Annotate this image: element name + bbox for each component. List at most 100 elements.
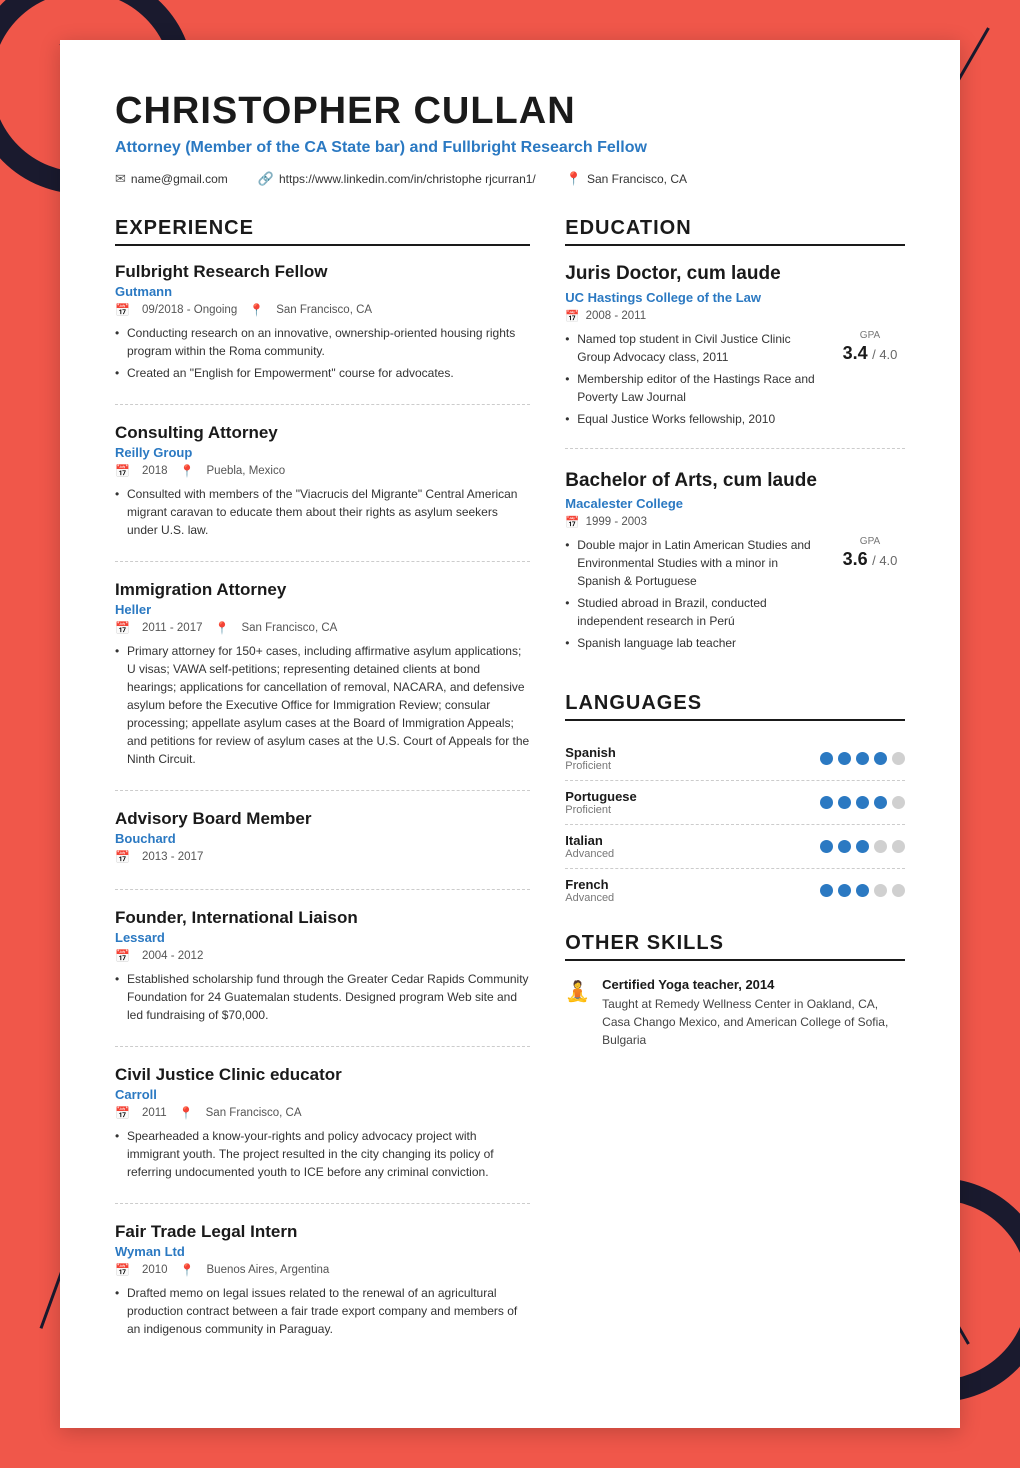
lang-dots [820, 840, 905, 853]
edu-block: Bachelor of Arts, cum laude Macalester C… [565, 469, 905, 673]
two-col-layout: EXPERIENCE Fulbright Research Fellow Gut… [115, 217, 905, 1378]
edu-school: Macalester College [565, 496, 905, 511]
job-location: Buenos Aires, Argentina [207, 1264, 330, 1276]
job-date-icon: 📅 [115, 949, 130, 963]
gpa-value: 3.4 / 4.0 [835, 343, 905, 364]
gpa-number: 3.6 [843, 549, 868, 569]
experience-list: Fulbright Research Fellow Gutmann 📅 09/2… [115, 262, 530, 1360]
skill-item: 🧘 Certified Yoga teacher, 2014 Taught at… [565, 977, 905, 1049]
other-skills-list: 🧘 Certified Yoga teacher, 2014 Taught at… [565, 977, 905, 1049]
dot-empty [892, 884, 905, 897]
gpa-box: GPA 3.4 / 4.0 [835, 330, 905, 364]
edu-block: Juris Doctor, cum laude UC Hastings Coll… [565, 262, 905, 449]
job-date-icon: 📅 [115, 303, 130, 317]
job-company: Carroll [115, 1087, 530, 1102]
job-block: Fulbright Research Fellow Gutmann 📅 09/2… [115, 262, 530, 405]
edu-bullet: Membership editor of the Hastings Race a… [565, 370, 820, 406]
other-skills-heading: OTHER SKILLS [565, 932, 905, 961]
gpa-box: GPA 3.6 / 4.0 [835, 536, 905, 570]
lang-info: Portuguese Proficient [565, 789, 637, 816]
dot-filled [820, 884, 833, 897]
job-bullet: Conducting research on an innovative, ow… [115, 324, 530, 360]
lang-dots [820, 884, 905, 897]
skill-title: Certified Yoga teacher, 2014 [602, 977, 905, 992]
edu-date-icon: 📅 [565, 515, 579, 529]
job-date: 2011 [142, 1107, 167, 1119]
education-heading: EDUCATION [565, 217, 905, 246]
job-date-icon: 📅 [115, 850, 130, 864]
languages-heading: LANGUAGES [565, 692, 905, 721]
job-bullets: Established scholarship fund through the… [115, 970, 530, 1024]
dot-filled [838, 752, 851, 765]
dot-filled [874, 796, 887, 809]
edu-bullet: Studied abroad in Brazil, conducted inde… [565, 594, 820, 630]
lang-name: Spanish [565, 745, 616, 760]
job-date-icon: 📅 [115, 1263, 130, 1277]
edu-content: Named top student in Civil Justice Clini… [565, 330, 905, 432]
job-bullets: Conducting research on an innovative, ow… [115, 324, 530, 382]
edu-date-icon: 📅 [565, 309, 579, 323]
job-bullets: Primary attorney for 150+ cases, includi… [115, 642, 530, 768]
gpa-label: GPA [835, 330, 905, 341]
job-location-icon: 📍 [215, 621, 230, 635]
edu-bullets: Named top student in Civil Justice Clini… [565, 330, 820, 432]
skill-description: Taught at Remedy Wellness Center in Oakl… [602, 995, 905, 1049]
edu-school: UC Hastings College of the Law [565, 290, 905, 305]
location-icon: 📍 [566, 171, 582, 187]
job-date: 2018 [142, 465, 168, 477]
job-meta: 📅 2011 - 2017📍 San Francisco, CA [115, 621, 530, 635]
job-bullet: Spearheaded a know-your-rights and polic… [115, 1127, 530, 1181]
job-block: Consulting Attorney Reilly Group 📅 2018📍… [115, 423, 530, 562]
dot-filled [874, 752, 887, 765]
job-company: Wyman Ltd [115, 1244, 530, 1259]
edu-meta: 📅 1999 - 2003 [565, 515, 905, 529]
job-date-icon: 📅 [115, 464, 130, 478]
email-icon: ✉ [115, 171, 126, 187]
job-bullet: Established scholarship fund through the… [115, 970, 530, 1024]
job-block: Advisory Board Member Bouchard 📅 2013 - … [115, 809, 530, 890]
gpa-number: 3.4 [843, 343, 868, 363]
job-title: Consulting Attorney [115, 423, 530, 443]
dot-empty [892, 752, 905, 765]
dot-filled [838, 840, 851, 853]
edu-content: Double major in Latin American Studies a… [565, 536, 905, 656]
gpa-denom: / 4.0 [872, 553, 897, 568]
dot-filled [856, 752, 869, 765]
job-title: Immigration Attorney [115, 580, 530, 600]
job-company: Lessard [115, 930, 530, 945]
lang-dots [820, 752, 905, 765]
languages-list: Spanish Proficient Portuguese Proficient… [565, 737, 905, 912]
job-title: Fulbright Research Fellow [115, 262, 530, 282]
lang-name: Italian [565, 833, 614, 848]
edu-bullet: Equal Justice Works fellowship, 2010 [565, 410, 820, 428]
edu-degree: Juris Doctor, cum laude [565, 262, 905, 287]
contact-row: ✉ name@gmail.com 🔗 https://www.linkedin.… [115, 171, 905, 187]
edu-bullet: Named top student in Civil Justice Clini… [565, 330, 820, 366]
lang-dots [820, 796, 905, 809]
lang-info: Italian Advanced [565, 833, 614, 860]
linkedin-text: https://www.linkedin.com/in/christophe r… [279, 172, 536, 186]
job-location-icon: 📍 [249, 303, 264, 317]
linkedin-icon: 🔗 [258, 171, 274, 187]
edu-bullet: Spanish language lab teacher [565, 634, 820, 652]
edu-bullet: Double major in Latin American Studies a… [565, 536, 820, 590]
email-text: name@gmail.com [131, 172, 228, 186]
lang-info: French Advanced [565, 877, 614, 904]
job-bullets: Drafted memo on legal issues related to … [115, 1284, 530, 1338]
edu-meta: 📅 2008 - 2011 [565, 309, 905, 323]
header: CHRISTOPHER CULLAN Attorney (Member of t… [115, 90, 905, 187]
job-block: Fair Trade Legal Intern Wyman Ltd 📅 2010… [115, 1222, 530, 1360]
resume-paper: CHRISTOPHER CULLAN Attorney (Member of t… [60, 40, 960, 1428]
job-company: Bouchard [115, 831, 530, 846]
skill-icon: 🧘 [565, 979, 590, 1004]
experience-heading: EXPERIENCE [115, 217, 530, 246]
lang-level: Proficient [565, 760, 616, 772]
job-date: 2010 [142, 1264, 168, 1276]
language-row: Portuguese Proficient [565, 781, 905, 825]
lang-level: Advanced [565, 848, 614, 860]
lang-name: French [565, 877, 614, 892]
lang-level: Advanced [565, 892, 614, 904]
job-company: Gutmann [115, 284, 530, 299]
job-date: 2004 - 2012 [142, 950, 203, 962]
dot-filled [820, 840, 833, 853]
